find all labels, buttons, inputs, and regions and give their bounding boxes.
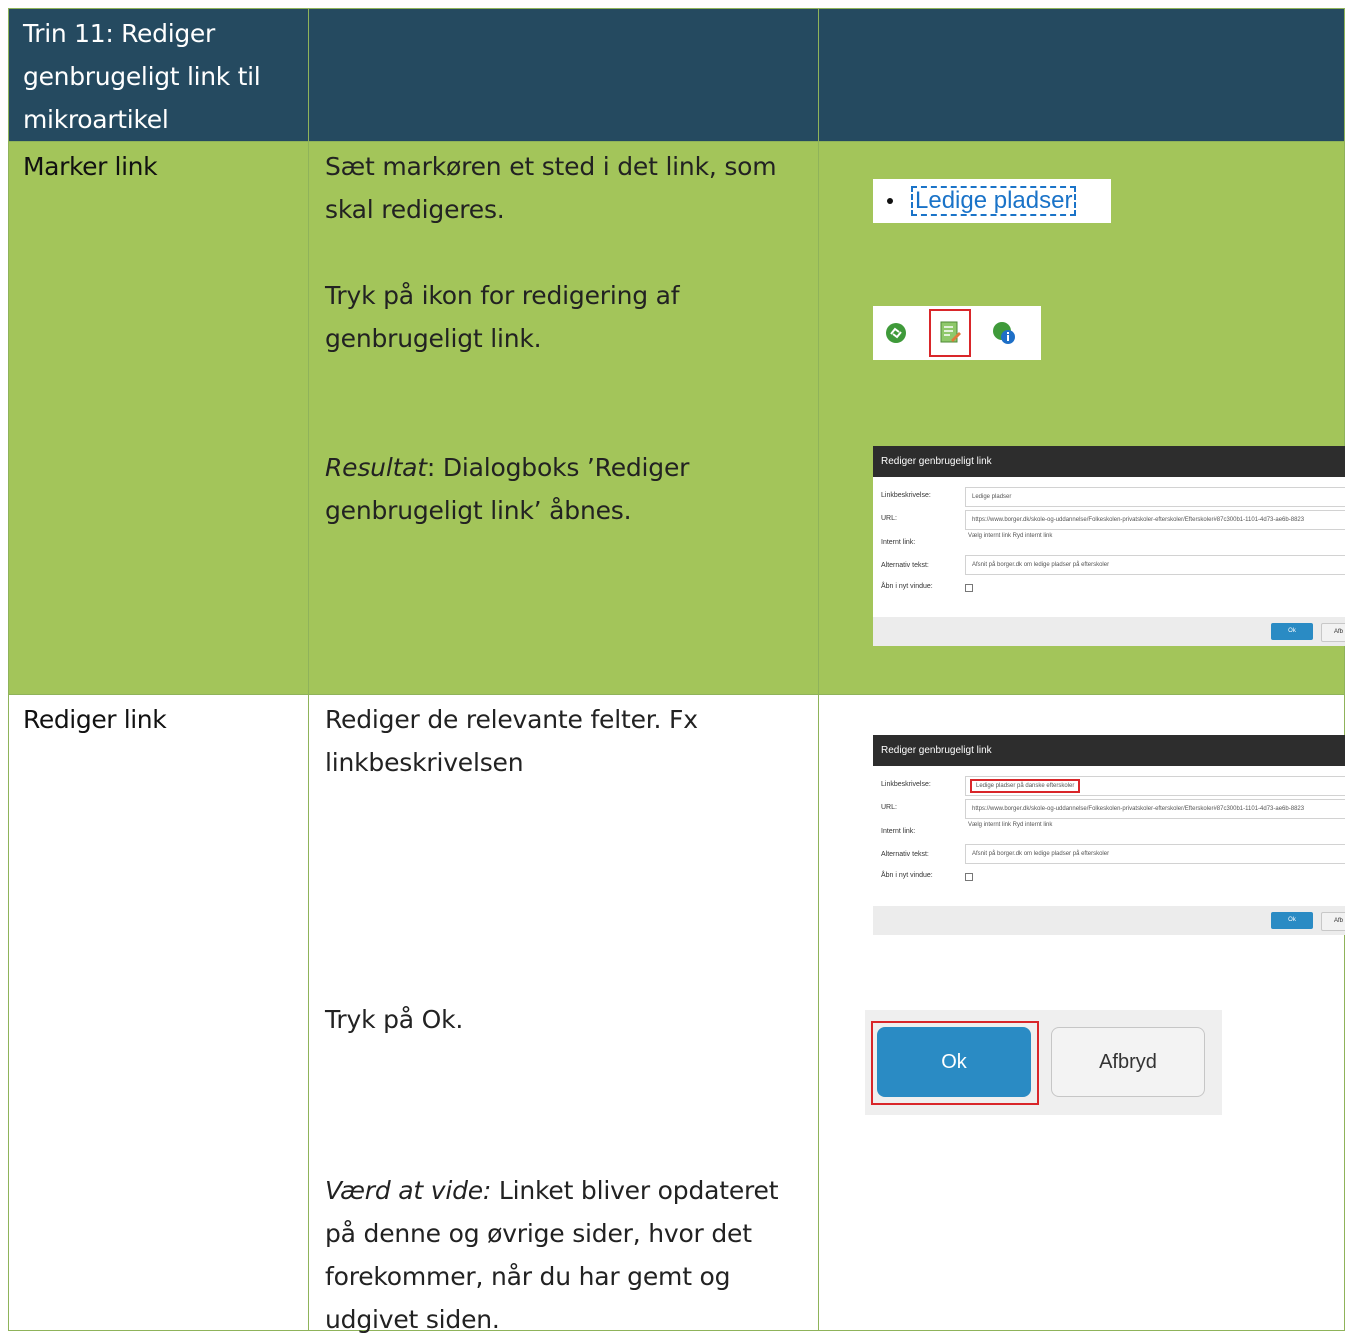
note-prefix: Værd at vide: xyxy=(325,1176,492,1205)
instruction-table: Trin 11: Rediger genbrugeligt link til m… xyxy=(8,8,1345,1334)
description-input[interactable]: Ledige pladser på danske efterskoler xyxy=(965,776,1345,796)
reusable-link-info-icon[interactable] xyxy=(989,318,1019,348)
alt-text-input[interactable]: Afsnit på borger.dk om ledige pladser på… xyxy=(965,555,1345,575)
dialog-title: Rediger genbrugeligt link xyxy=(873,446,1345,477)
bullet xyxy=(887,198,893,204)
label-new-window: Åbn i nyt vindue: xyxy=(881,583,933,590)
dialog-screenshot-edited: Rediger genbrugeligt link Linkbeskrivels… xyxy=(873,735,1345,935)
label-internal: Internt link: xyxy=(881,828,916,835)
header-empty-cell xyxy=(818,8,1345,142)
row-label-cell: Marker link xyxy=(8,141,309,695)
ok-button[interactable]: Ok xyxy=(1271,912,1313,929)
ok-button[interactable]: Ok xyxy=(877,1027,1031,1097)
ok-button[interactable]: Ok xyxy=(1271,623,1313,640)
row-label: Rediger link xyxy=(23,705,167,734)
row-label-cell: Rediger link xyxy=(8,694,309,1331)
instruction-text: Rediger de relevante felter. Fx linkbesk… xyxy=(325,705,698,777)
instruction-cell: Sæt markøren et sted i det link, som ska… xyxy=(308,141,819,695)
label-internal: Internt link: xyxy=(881,539,916,546)
selected-link[interactable]: Ledige pladser xyxy=(911,186,1077,216)
cancel-button[interactable]: Afb xyxy=(1321,623,1345,642)
alt-text-input[interactable]: Afsnit på borger.dk om ledige pladser på… xyxy=(965,844,1345,864)
note-text: Værd at vide: Linket bliver opdateret på… xyxy=(325,1169,805,1341)
dialog-screenshot-original: Rediger genbrugeligt link Linkbeskrivels… xyxy=(873,446,1345,646)
header-row: Trin 11: Rediger genbrugeligt link til m… xyxy=(8,8,1345,142)
new-window-checkbox[interactable] xyxy=(965,584,973,592)
url-input[interactable]: https://www.borger.dk/skole-og-uddannels… xyxy=(965,510,1345,530)
header-title-cell: Trin 11: Rediger genbrugeligt link til m… xyxy=(8,8,309,142)
toolbar-screenshot xyxy=(873,306,1041,360)
internal-link-actions[interactable]: Vælg internt link Ryd internt link xyxy=(968,533,1052,539)
label-alt: Alternativ tekst: xyxy=(881,851,929,858)
dialog-footer: Ok Afb xyxy=(873,906,1345,935)
cancel-button[interactable]: Afbryd xyxy=(1051,1027,1205,1097)
header-empty-cell xyxy=(308,8,819,142)
result-text: Resultat: Dialogboks ’Rediger genbrugeli… xyxy=(325,446,805,532)
result-prefix: Resultat xyxy=(325,453,427,482)
step-title: Trin 11: Rediger genbrugeligt link til m… xyxy=(23,19,261,134)
link-screenshot: Ledige pladser xyxy=(873,179,1111,223)
label-description: Linkbeskrivelse: xyxy=(881,492,931,499)
row-label: Marker link xyxy=(23,152,158,181)
recycle-link-icon[interactable] xyxy=(881,318,911,348)
cancel-button[interactable]: Afb xyxy=(1321,912,1345,931)
edit-reusable-link-icon[interactable] xyxy=(929,309,971,357)
instruction-text: Tryk på ikon for redigering af genbrugel… xyxy=(325,281,680,353)
label-new-window: Åbn i nyt vindue: xyxy=(881,872,933,879)
description-input[interactable]: Ledige pladser xyxy=(965,487,1345,507)
label-alt: Alternativ tekst: xyxy=(881,562,929,569)
screenshot-cell: Ledige pladser Rediger genbrugeligt link… xyxy=(818,141,1345,695)
internal-link-actions[interactable]: Vælg internt link Ryd internt link xyxy=(968,822,1052,828)
screenshot-cell: Rediger genbrugeligt link Linkbeskrivels… xyxy=(818,694,1345,1331)
row-marker-link: Marker link Sæt markøren et sted i det l… xyxy=(8,141,1345,695)
dialog-title: Rediger genbrugeligt link xyxy=(873,735,1345,766)
instruction-text: Tryk på Ok. xyxy=(325,1005,464,1034)
instruction-cell: Rediger de relevante felter. Fx linkbesk… xyxy=(308,694,819,1334)
dialog-footer: Ok Afb xyxy=(873,617,1345,646)
label-description: Linkbeskrivelse: xyxy=(881,781,931,788)
instruction-text: Sæt markøren et sted i det link, som ska… xyxy=(325,152,777,224)
label-url: URL: xyxy=(881,515,897,522)
row-edit-link: Rediger link Rediger de relevante felter… xyxy=(8,694,1345,1334)
new-window-checkbox[interactable] xyxy=(965,873,973,881)
url-input[interactable]: https://www.borger.dk/skole-og-uddannels… xyxy=(965,799,1345,819)
label-url: URL: xyxy=(881,804,897,811)
buttons-screenshot: Ok Afbryd xyxy=(865,1010,1222,1115)
edited-description: Ledige pladser på danske efterskoler xyxy=(969,779,1081,793)
